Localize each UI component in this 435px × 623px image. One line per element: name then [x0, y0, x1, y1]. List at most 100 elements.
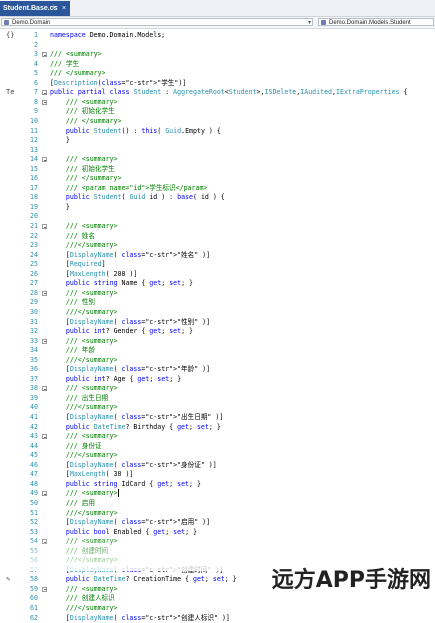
code-line[interactable]: 7 public partial class Student : Aggregat… [0, 88, 435, 97]
code-line[interactable]: 50 /// 启用 [0, 499, 435, 508]
code-line[interactable]: 20 [0, 212, 435, 221]
type-dropdown[interactable]: Demo.Domain.Models.Student [318, 18, 434, 26]
code-line[interactable]: 41 [DisplayName( class="c-str">"出生日期" )] [0, 413, 435, 422]
code-line[interactable]: 2 [0, 41, 435, 50]
project-dropdown[interactable]: Demo.Domain ▾ [1, 18, 313, 26]
code-text: [Required] [50, 260, 106, 269]
collapse-icon[interactable] [42, 52, 47, 58]
project-icon [4, 20, 9, 25]
code-text: /// 学生 [50, 59, 80, 68]
code-line[interactable]: 15 /// 初始化学生 [0, 165, 435, 174]
collapse-icon[interactable] [42, 338, 47, 344]
code-line[interactable]: 8 /// <summary> [0, 98, 435, 107]
code-line[interactable]: 26 [MaxLength( 200 )] [0, 270, 435, 279]
code-line[interactable]: 25 [Required] [0, 260, 435, 269]
code-line[interactable]: 34 /// 年龄 [0, 346, 435, 355]
collapse-icon[interactable] [42, 290, 47, 296]
line-number: 2 [34, 40, 38, 49]
code-line[interactable]: 16 /// </summary> [0, 174, 435, 183]
code-line[interactable]: 6 [Description(class="c-str">"学生")] [0, 79, 435, 88]
line-number: 32 [30, 327, 38, 336]
chevron-down-icon: ▾ [307, 20, 311, 26]
code-line[interactable]: 32 public int? Gender { get; set; } [0, 327, 435, 336]
code-line[interactable]: 43 /// <summary> [0, 432, 435, 441]
collapse-icon[interactable] [42, 491, 47, 497]
code-line[interactable]: 49 /// <summary> [0, 489, 435, 499]
code-line[interactable]: 27 public string Name { get; set; } [0, 279, 435, 288]
code-line[interactable]: 44 /// 身份证 [0, 442, 435, 451]
code-line[interactable]: 42 public DateTime? Birthday { get; set;… [0, 423, 435, 432]
code-line[interactable]: 5 /// </summary> [0, 69, 435, 78]
line-number: 48 [30, 479, 38, 488]
code-line[interactable]: 24 [DisplayName( class="c-str">"姓名" )] [0, 251, 435, 260]
line-number: 14 [30, 155, 38, 164]
collapse-icon[interactable] [42, 434, 47, 440]
code-line[interactable]: 39 /// 出生日期 [0, 394, 435, 403]
code-line[interactable]: 1 namespace Demo.Domain.Models; [0, 31, 435, 40]
line-number: 58 [30, 575, 38, 584]
code-line[interactable]: 47 [MaxLength( 30 )] [0, 470, 435, 479]
pin-icon[interactable]: ⊢ [53, 1, 58, 16]
collapse-icon[interactable] [42, 99, 47, 105]
line-number: 52 [30, 518, 38, 527]
code-line[interactable]: 3 /// <summary> [0, 50, 435, 59]
line-number: 12 [30, 136, 38, 145]
code-text: public int? Age { get; set; } [65, 374, 182, 383]
line-number: 37 [30, 374, 38, 383]
class-icon [321, 20, 326, 25]
code-line[interactable]: 62 [DisplayName( class="c-str">"创建人标识" )… [0, 614, 435, 623]
code-text: /// <summary> [65, 336, 118, 345]
code-line[interactable]: 61 ///</summary> [0, 604, 435, 613]
code-line[interactable]: 46 [DisplayName( class="c-str">"身份证" )] [0, 461, 435, 470]
collapse-icon[interactable] [42, 386, 47, 392]
code-line[interactable]: 37 public int? Age { get; set; } [0, 375, 435, 384]
code-line[interactable]: 4 /// 学生 [0, 60, 435, 69]
code-line[interactable]: 11 public Student() : this( Guid.Empty )… [0, 127, 435, 136]
code-line[interactable]: 30 ///</summary> [0, 308, 435, 317]
code-line[interactable]: 40 ///</summary> [0, 403, 435, 412]
code-text: ///</summary> [65, 355, 118, 364]
code-line[interactable]: 31 [DisplayName( class="c-str">"性别" )] [0, 318, 435, 327]
collapse-icon[interactable] [42, 586, 47, 592]
code-line[interactable]: 14 /// <summary> [0, 155, 435, 164]
collapse-icon[interactable] [42, 157, 47, 163]
line-number: 34 [30, 346, 38, 355]
line-number: 39 [30, 393, 38, 402]
code-line[interactable]: 29 /// 性别 [0, 298, 435, 307]
line-number: 36 [30, 365, 38, 374]
code-text: [DisplayName( class="c-str">"身份证" )] [50, 460, 217, 469]
code-line[interactable]: 23 ///</summary> [0, 241, 435, 250]
navigation-bar: Demo.Domain ▾ Demo.Domain.Models.Student [0, 17, 435, 29]
tab-student-base-cs[interactable]: Student.Base.cs ⊢ × [0, 1, 70, 16]
editor-tab-strip: Student.Base.cs ⊢ × [0, 0, 435, 17]
code-line[interactable]: 21 /// <summary> [0, 222, 435, 231]
code-line[interactable]: 51 ///</summary> [0, 509, 435, 518]
code-line[interactable]: 13 [0, 146, 435, 155]
code-line[interactable]: 48 public string IdCard { get; set; } [0, 480, 435, 489]
line-number: 6 [34, 78, 38, 87]
code-line[interactable]: 36 [DisplayName( class="c-str">"年龄" )] [0, 365, 435, 374]
code-line[interactable]: 35 ///</summary> [0, 356, 435, 365]
code-line[interactable]: 28 /// <summary> [0, 289, 435, 298]
code-line[interactable]: 60 /// 创建人标识 [0, 594, 435, 603]
code-editor[interactable]: {} Te ✎ 1 namespace Demo.Domain.Models; 2 3//… [0, 29, 435, 622]
code-line[interactable]: 52 [DisplayName( class="c-str">"启用" )] [0, 518, 435, 527]
line-number: 59 [30, 584, 38, 593]
code-text: [DisplayName( class="c-str">"启用" )] [50, 518, 211, 527]
line-number: 17 [30, 183, 38, 192]
code-line[interactable]: 38 /// <summary> [0, 384, 435, 393]
code-line[interactable]: 18 public Student( Guid id ) : base( id … [0, 193, 435, 202]
code-line[interactable]: 9 /// 初始化学生 [0, 107, 435, 116]
code-text: ///</summary> [65, 508, 118, 517]
code-line[interactable]: 17 /// <param name="id">学生标识</param> [0, 184, 435, 193]
code-line[interactable]: 10 /// </summary> [0, 117, 435, 126]
code-line[interactable]: 22 /// 姓名 [0, 232, 435, 241]
code-line[interactable]: 33 /// <summary> [0, 337, 435, 346]
code-line[interactable]: 19 } [0, 203, 435, 212]
code-line[interactable]: 45 ///</summary> [0, 451, 435, 460]
close-tab-icon[interactable]: × [62, 1, 66, 16]
collapse-icon[interactable] [42, 224, 47, 229]
code-text: /// </summary> [50, 69, 106, 78]
collapse-icon[interactable] [42, 90, 47, 96]
code-line[interactable]: 12 } [0, 136, 435, 145]
